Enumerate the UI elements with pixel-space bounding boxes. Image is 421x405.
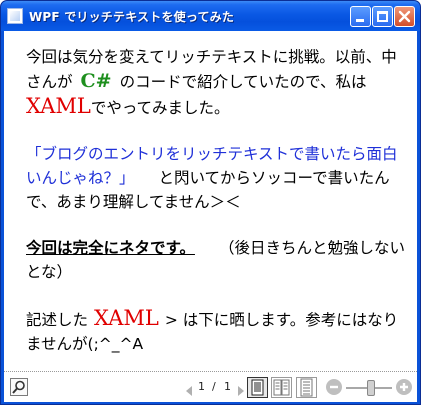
search-button[interactable] — [10, 378, 28, 396]
two-page-view-button[interactable] — [271, 377, 292, 398]
next-page-button[interactable] — [236, 382, 246, 396]
page-current: 1 — [198, 380, 205, 393]
page-total: 1 — [224, 380, 231, 393]
paragraph-code: 記述した XAML > は下に晒します。参考にはなりませんが(;^_^A — [26, 306, 406, 356]
page-separator: / — [212, 380, 216, 393]
maximize-icon — [377, 11, 388, 22]
close-button[interactable] — [394, 6, 415, 27]
note-bold: 今回は完全にネタです。 — [26, 239, 195, 257]
toolbar-divider — [4, 371, 417, 372]
rich-text-document: 今回は気分を変えてリッチテキストに挑戦。以前、中さんが C# のコードで紹介していた… — [26, 45, 406, 378]
xaml-label: XAML — [26, 94, 91, 118]
minimize-button[interactable] — [350, 6, 371, 27]
code-text-1: 記述した — [26, 311, 89, 329]
csharp-label: C# — [80, 70, 112, 92]
intro-text-3: でやってみました。 — [90, 99, 230, 117]
zoom-out-icon — [330, 385, 338, 389]
zoom-in-icon — [400, 383, 408, 391]
zoom-slider-thumb[interactable] — [366, 380, 375, 396]
window-title: WPF でリッチテキストを使ってみた — [29, 10, 235, 24]
xaml-label-2: XAML — [94, 306, 159, 330]
single-page-view-button[interactable] — [247, 377, 268, 398]
scroll-view-icon — [300, 378, 313, 397]
paragraph-intro: 今回は気分を変えてリッチテキストに挑戦。以前、中さんが C# のコードで紹介していた… — [26, 45, 406, 120]
document-viewer[interactable]: 今回は気分を変えてリッチテキストに挑戦。以前、中さんが C# のコードで紹介していた… — [4, 31, 417, 402]
paragraph-note: 今回は完全にネタです。 （後日きちんと勉強しないとな） — [26, 236, 406, 284]
title-bar[interactable]: WPF でリッチテキストを使ってみた — [1, 1, 420, 31]
zoom-out-button[interactable] — [326, 379, 342, 395]
previous-page-icon — [186, 386, 192, 396]
previous-page-button[interactable] — [184, 382, 194, 396]
search-icon — [12, 380, 25, 394]
paragraph-idea: 「ブログのエントリをリッチテキストで書いたら面白いんじゃね？」 と閃いてからソッコ… — [26, 142, 406, 214]
minimize-icon — [356, 19, 364, 22]
intro-text-2: のコードで紹介していたので、私は — [119, 73, 367, 91]
two-page-view-icon — [273, 379, 290, 396]
maximize-button[interactable] — [372, 6, 393, 27]
app-icon — [7, 8, 23, 24]
single-page-view-icon — [251, 379, 264, 396]
app-window: WPF でリッチテキストを使ってみた 今回は気分を変えてリッチテキストに挑戦。以… — [0, 0, 421, 405]
scroll-view-button[interactable] — [296, 377, 317, 398]
viewer-toolbar: 1 / 1 — [4, 373, 417, 402]
close-icon — [398, 10, 411, 23]
next-page-icon — [238, 386, 244, 396]
zoom-in-button[interactable] — [396, 379, 412, 395]
